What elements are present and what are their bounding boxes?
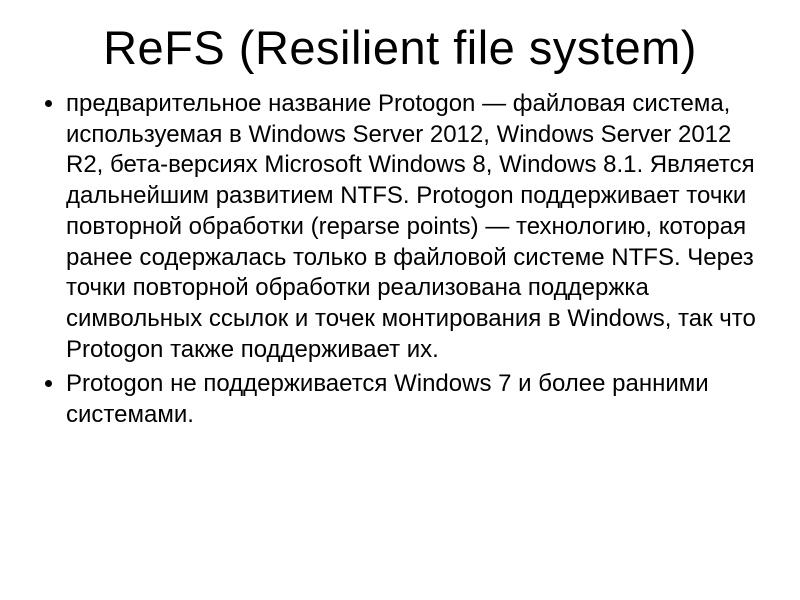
list-item: предварительное название Protogon — файл… <box>66 89 760 365</box>
bullet-list: предварительное название Protogon — файл… <box>40 89 760 431</box>
slide-title: ReFS (Resilient file system) <box>40 20 760 75</box>
slide: ReFS (Resilient file system) предварител… <box>0 0 800 600</box>
list-item: Protogon не поддерживается Windows 7 и б… <box>66 369 760 430</box>
